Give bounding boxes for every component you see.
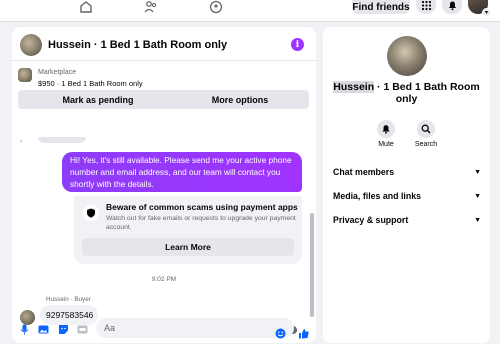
notifications-button[interactable] <box>442 0 462 14</box>
conversation-title: Hussein · 1 Bed 1 Bath Room only <box>331 81 482 105</box>
accordion-chat-members[interactable]: Chat members ▼ <box>333 167 481 177</box>
listing-price[interactable]: $950 · 1 Bed 1 Bath Room only <box>38 79 143 88</box>
accordion-label: Media, files and links <box>333 191 421 201</box>
sticker-icon[interactable] <box>57 323 69 335</box>
search-label: Search <box>414 141 438 148</box>
listing-thumbnail[interactable] <box>20 34 42 56</box>
search-action[interactable]: Search <box>414 120 438 148</box>
mute-action[interactable]: Mute <box>374 120 398 148</box>
outgoing-message[interactable]: Hi! Yes, it's still available. Please se… <box>62 152 302 192</box>
info-icon[interactable]: i <box>291 38 304 51</box>
message-timestamp: 9:02 PM <box>151 276 177 283</box>
composer: Aa <box>12 317 316 343</box>
grid-menu-icon <box>421 0 431 10</box>
more-options-button[interactable]: More options <box>171 90 309 109</box>
accordion-privacy-support[interactable]: Privacy & support ▼ <box>333 215 481 225</box>
friends-icon[interactable] <box>143 0 159 14</box>
listing-banner: Marketplace $950 · 1 Bed 1 Bath Room onl… <box>12 61 316 117</box>
accordion-label: Chat members <box>333 167 395 177</box>
listing-photo[interactable] <box>387 36 427 76</box>
message-input[interactable]: Aa <box>96 318 294 338</box>
message-list: ◐ Hi! Yes, it's still available. Please … <box>12 137 316 337</box>
chevron-down-icon[interactable]: ▾ <box>482 8 491 17</box>
sender-label: Hussein · Buyer <box>46 296 91 303</box>
bell-icon <box>448 1 456 10</box>
conversation-title-rest: · 1 Bed 1 Bath Room only <box>374 81 480 105</box>
chat-panel: Hussein · 1 Bed 1 Bath Room only i Marke… <box>12 27 316 343</box>
shield-icon <box>83 205 99 221</box>
conversation-title-name: Hussein <box>333 81 375 93</box>
chevron-down-icon: ▼ <box>474 216 481 224</box>
listing-category: Marketplace <box>38 69 77 76</box>
thumbs-up-icon[interactable] <box>297 327 309 339</box>
chat-header: Hussein · 1 Bed 1 Bath Room only i <box>12 27 316 61</box>
groups-icon[interactable] <box>208 0 224 14</box>
learn-more-button[interactable]: Learn More <box>82 238 294 256</box>
chat-title[interactable]: Hussein · 1 Bed 1 Bath Room only <box>48 39 227 51</box>
scam-warning-text: Watch out for fake emails or requests to… <box>106 215 296 231</box>
reaction-icon: ◐ <box>20 139 24 145</box>
search-icon <box>417 120 435 138</box>
photo-icon[interactable] <box>37 323 49 335</box>
scrollbar[interactable] <box>310 213 314 317</box>
conversation-details-panel: Hussein · 1 Bed 1 Bath Room only Mute Se… <box>323 27 490 343</box>
find-friends-button[interactable]: Find friends <box>352 0 410 14</box>
bell-icon <box>377 120 395 138</box>
previous-message-bubble <box>38 137 86 143</box>
chevron-down-icon: ▼ <box>474 168 481 176</box>
listing-thumbnail-small[interactable] <box>18 68 32 82</box>
scam-warning-title: Beware of common scams using payment app… <box>106 202 298 212</box>
emoji-icon[interactable] <box>274 327 286 339</box>
scam-warning-card: Beware of common scams using payment app… <box>74 196 302 264</box>
microphone-icon[interactable] <box>18 323 30 335</box>
accordion-label: Privacy & support <box>333 215 409 225</box>
mark-as-pending-button[interactable]: Mark as pending <box>18 90 178 109</box>
top-nav: Find friends ▾ <box>0 0 500 22</box>
accordion-media-files-links[interactable]: Media, files and links ▼ <box>333 191 481 201</box>
gif-icon[interactable] <box>76 323 88 335</box>
menu-button[interactable] <box>416 0 436 14</box>
chevron-down-icon: ▼ <box>474 192 481 200</box>
home-icon[interactable] <box>78 0 94 14</box>
mute-label: Mute <box>378 141 394 148</box>
